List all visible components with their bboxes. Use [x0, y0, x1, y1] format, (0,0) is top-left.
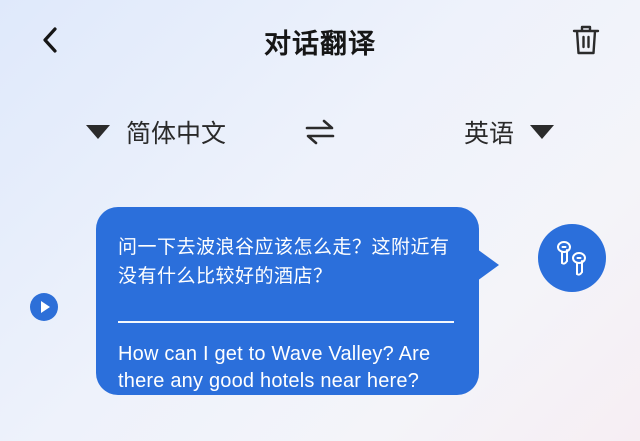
target-language-selector[interactable]: 英语 — [464, 114, 554, 150]
divider — [118, 321, 454, 323]
earbuds-icon — [557, 241, 586, 276]
delete-button[interactable] — [566, 20, 606, 60]
source-language-selector[interactable]: 简体中文 — [86, 114, 226, 150]
source-text: 问一下去波浪谷应该怎么走？这附近有没有什么比较好的酒店？ — [118, 236, 450, 287]
swap-languages-button[interactable] — [302, 116, 338, 148]
play-icon — [41, 301, 50, 313]
swap-arrows-icon — [305, 119, 335, 145]
language-bar: 简体中文 英语 — [0, 100, 640, 164]
page-title: 对话翻译 — [264, 29, 376, 60]
target-language-label: 英语 — [463, 119, 514, 148]
message-bubble: 问一下去波浪谷应该怎么走？这附近有没有什么比较好的酒店？ How can I g… — [96, 207, 479, 395]
translation-text: How can I get to Wave Valley? Are there … — [118, 343, 431, 392]
caret-down-icon — [86, 125, 110, 139]
caret-down-icon — [530, 125, 554, 139]
earbuds-button[interactable] — [538, 224, 606, 292]
source-language-label: 简体中文 — [126, 119, 227, 148]
header: 对话翻译 — [0, 0, 640, 80]
bubble-tail — [477, 249, 499, 281]
play-audio-button[interactable] — [30, 293, 58, 321]
trash-icon — [572, 25, 600, 55]
